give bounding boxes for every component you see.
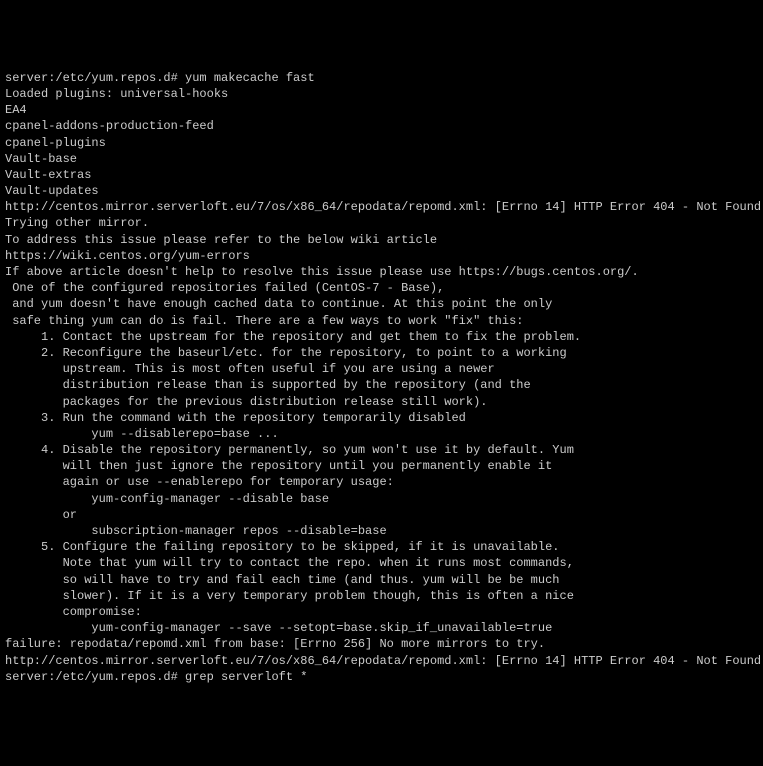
terminal-line: yum --disablerepo=base ... (5, 426, 758, 442)
terminal-line: EA4 (5, 102, 758, 118)
terminal-line: and yum doesn't have enough cached data … (5, 296, 758, 312)
terminal-line: Vault-base (5, 151, 758, 167)
terminal-line: 4. Disable the repository permanently, s… (5, 442, 758, 458)
terminal-line: Note that yum will try to contact the re… (5, 555, 758, 571)
terminal-line: To address this issue please refer to th… (5, 232, 758, 248)
terminal-line: so will have to try and fail each time (… (5, 572, 758, 588)
terminal-line: again or use --enablerepo for temporary … (5, 474, 758, 490)
terminal-line: subscription-manager repos --disable=bas… (5, 523, 758, 539)
terminal-line: Trying other mirror. (5, 215, 758, 231)
terminal-line: 3. Run the command with the repository t… (5, 410, 758, 426)
terminal-line: If above article doesn't help to resolve… (5, 264, 758, 280)
terminal-line: safe thing yum can do is fail. There are… (5, 313, 758, 329)
terminal-line: packages for the previous distribution r… (5, 394, 758, 410)
terminal-line: 2. Reconfigure the baseurl/etc. for the … (5, 345, 758, 361)
terminal-line: slower). If it is a very temporary probl… (5, 588, 758, 604)
terminal-line: upstream. This is most often useful if y… (5, 361, 758, 377)
terminal-line: cpanel-addons-production-feed (5, 118, 758, 134)
terminal-line: cpanel-plugins (5, 135, 758, 151)
terminal-line: will then just ignore the repository unt… (5, 458, 758, 474)
terminal-line: failure: repodata/repomd.xml from base: … (5, 636, 758, 652)
terminal-line: http://centos.mirror.serverloft.eu/7/os/… (5, 199, 758, 215)
terminal-line: Vault-updates (5, 183, 758, 199)
terminal-line: Loaded plugins: universal-hooks (5, 86, 758, 102)
terminal-line: https://wiki.centos.org/yum-errors (5, 248, 758, 264)
terminal-line: or (5, 507, 758, 523)
terminal-line: distribution release than is supported b… (5, 377, 758, 393)
terminal-line: yum-config-manager --save --setopt=base.… (5, 620, 758, 636)
terminal-line: Vault-extras (5, 167, 758, 183)
terminal-line: http://centos.mirror.serverloft.eu/7/os/… (5, 653, 758, 669)
terminal-line: 1. Contact the upstream for the reposito… (5, 329, 758, 345)
terminal-output[interactable]: server:/etc/yum.repos.d# yum makecache f… (5, 70, 758, 685)
terminal-line: compromise: (5, 604, 758, 620)
terminal-line: server:/etc/yum.repos.d# yum makecache f… (5, 70, 758, 86)
terminal-line: yum-config-manager --disable base (5, 491, 758, 507)
terminal-line: 5. Configure the failing repository to b… (5, 539, 758, 555)
terminal-line: server:/etc/yum.repos.d# grep serverloft… (5, 669, 758, 685)
terminal-line: One of the configured repositories faile… (5, 280, 758, 296)
